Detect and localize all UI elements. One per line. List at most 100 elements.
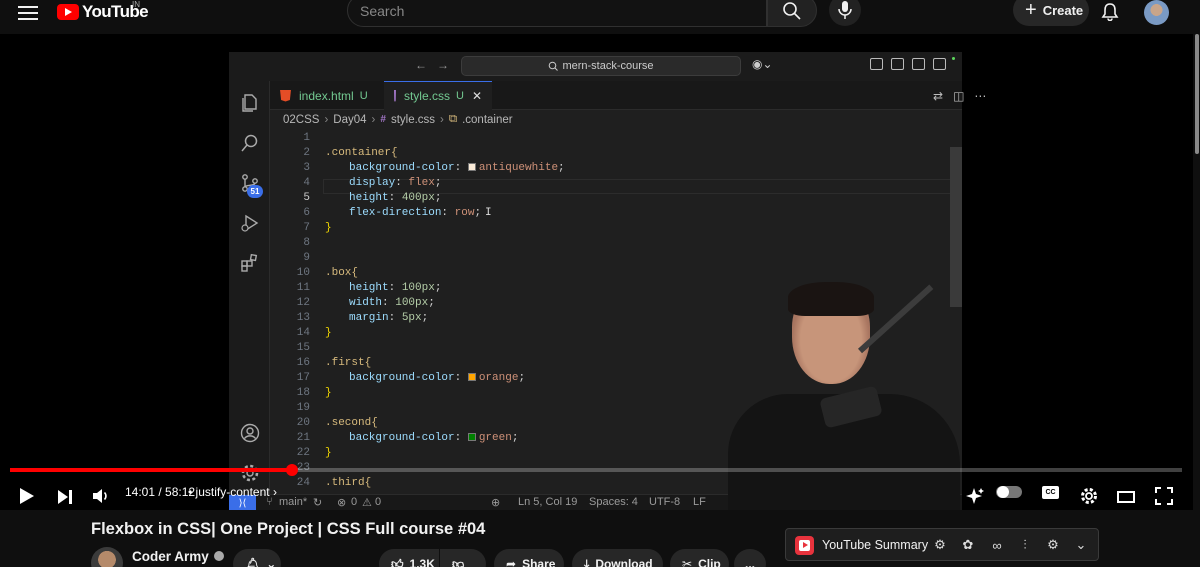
audio-waveform-icon[interactable]: ⫶	[1017, 537, 1033, 553]
line-number: 21	[296, 431, 310, 444]
chevron-right-icon: ›	[371, 113, 376, 126]
subtitles-cc-icon[interactable]: CC	[1042, 486, 1059, 499]
line-number: 5	[303, 191, 310, 204]
autoplay-toggle[interactable]	[996, 486, 1022, 498]
code-text: background-color: antiquewhite;	[349, 161, 565, 174]
line-number: 3	[303, 161, 310, 174]
summary-title: YouTube Summary	[822, 538, 929, 552]
code-line: 9	[270, 250, 920, 265]
channel-name[interactable]: Coder Army	[132, 549, 224, 564]
line-number: 12	[296, 296, 310, 309]
run-debug-icon	[241, 214, 259, 232]
chapter-separator: •	[188, 485, 193, 499]
glasses-icon[interactable]: ∞	[989, 537, 1005, 553]
css-value: flex	[408, 176, 435, 189]
play-icon[interactable]	[19, 484, 35, 508]
code-text: margin: 5px;	[349, 311, 429, 324]
clip-button[interactable]: ✂ Clip	[670, 549, 729, 567]
color-swatch-icon	[467, 372, 476, 381]
css-property: width	[349, 296, 383, 309]
code-line: 2 .container{	[270, 145, 920, 160]
toggle-knob	[997, 486, 1009, 498]
download-label: Download	[595, 557, 653, 567]
theater-mode-icon[interactable]	[1117, 485, 1135, 509]
line-number: 15	[296, 341, 310, 354]
share-label: Share	[522, 557, 556, 567]
settings-gear-icon[interactable]: ⚙	[1045, 537, 1061, 553]
css-value: 100px	[401, 281, 435, 294]
clip-label: Clip	[698, 557, 721, 567]
presenter-hair	[788, 282, 874, 316]
nav-arrows-icon: ←→	[415, 58, 459, 72]
code-line: 1	[270, 130, 920, 145]
search-box[interactable]	[347, 0, 767, 27]
next-video-icon[interactable]	[57, 485, 73, 509]
compare-icon: ⇄	[933, 89, 944, 103]
code-line: 3 background-color: antiquewhite;	[270, 160, 920, 175]
css-property: background-color	[349, 161, 455, 174]
user-avatar[interactable]	[1144, 0, 1169, 25]
recording-dot	[952, 57, 955, 60]
code-line: 10 .box{	[270, 265, 920, 280]
fullscreen-icon[interactable]	[1155, 484, 1173, 508]
chapter-title[interactable]: • justify-content ›	[188, 485, 277, 499]
close-icon: ✕	[471, 89, 482, 103]
voice-search-button[interactable]	[829, 0, 861, 26]
robot-icon[interactable]: ⚙︎	[932, 537, 948, 553]
openai-icon[interactable]: ✿	[960, 537, 976, 553]
settings-gear-icon[interactable]	[1080, 484, 1098, 508]
code-line: 6 flex-direction: row; I	[270, 205, 920, 220]
sparkle-ai-icon[interactable]	[966, 484, 984, 508]
dislike-button[interactable]: 👎︎	[440, 549, 486, 567]
search-icon	[783, 2, 801, 20]
more-actions-icon: ⋯	[974, 89, 987, 103]
code-text: height: 400px;	[349, 191, 442, 204]
chevron-down-icon: ⌄	[266, 557, 277, 567]
more-label: ...	[744, 557, 755, 567]
share-button[interactable]: ➦ Share	[494, 549, 564, 567]
line-number: 18	[296, 386, 310, 399]
css-property: height	[349, 281, 389, 294]
search-button[interactable]	[767, 0, 817, 27]
css-property: flex-direction	[349, 206, 442, 219]
time-display: 14:01 / 58:12	[125, 485, 196, 499]
tab-label: index.html	[299, 88, 354, 103]
progress-bar[interactable]	[10, 464, 1182, 476]
line-number: 8	[303, 236, 310, 249]
code-text: }	[325, 447, 332, 459]
create-button[interactable]: + Create	[1013, 0, 1089, 26]
youtube-play-icon	[57, 4, 79, 20]
css-value: antiquewhite	[478, 161, 559, 174]
line-number: 1	[303, 131, 310, 144]
channel-avatar[interactable]	[91, 547, 123, 567]
download-button[interactable]: ⤓ Download	[572, 549, 663, 567]
thumbs-up-icon: 👍︎	[391, 556, 404, 567]
css-file-icon: #	[380, 114, 386, 125]
css-file-icon	[394, 90, 396, 102]
code-token: .container{	[325, 146, 398, 159]
chevron-right-icon: ›	[272, 485, 277, 499]
css-property: display	[349, 176, 396, 189]
search-input[interactable]	[348, 0, 766, 26]
volume-icon[interactable]	[92, 484, 110, 508]
css-value: green	[478, 431, 512, 444]
scrollbar-thumb[interactable]	[1195, 34, 1199, 154]
chevron-down-icon[interactable]: ⌄	[1073, 537, 1089, 553]
command-center-label: mern-stack-course	[562, 60, 654, 72]
notifications-bell-icon[interactable]	[1101, 3, 1119, 21]
css-property: background-color	[349, 431, 455, 444]
code-token: .box{	[325, 266, 359, 279]
account-icon	[240, 423, 260, 443]
css-value: 5px	[401, 311, 422, 324]
color-swatch-icon	[467, 432, 476, 441]
page-scrollbar[interactable]	[1193, 34, 1200, 567]
subscribed-bell-button[interactable]: 🔔︎ ⌄	[233, 549, 281, 567]
code-text: height: 100px;	[349, 281, 442, 294]
like-count: 1.3K	[409, 557, 435, 567]
more-actions-button[interactable]: ...	[734, 549, 766, 567]
menu-icon[interactable]	[18, 6, 38, 20]
video-player[interactable]: ←→ mern-stack-course ◉⌄ 51 index.html U …	[0, 34, 1193, 510]
code-token: }	[325, 386, 332, 399]
line-number: 4	[303, 176, 310, 189]
like-button[interactable]: 👍︎ 1.3K	[379, 549, 439, 567]
